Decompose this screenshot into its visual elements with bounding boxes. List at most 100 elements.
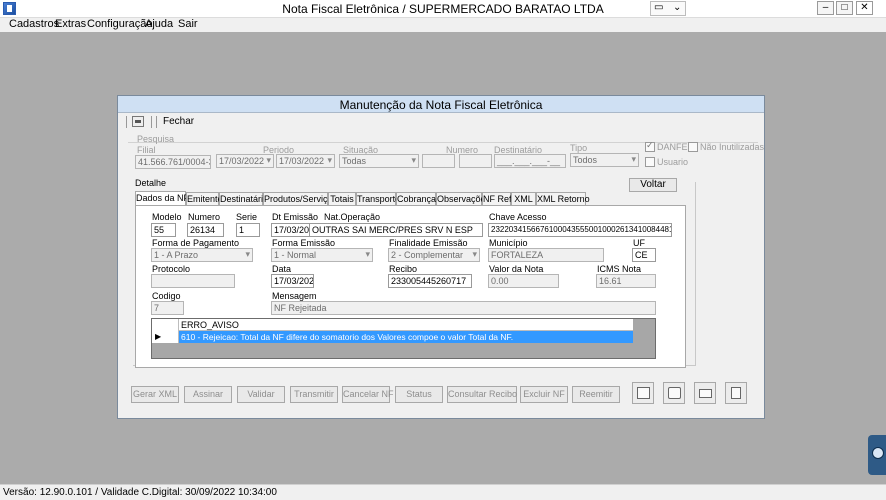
document-icon[interactable] — [725, 382, 747, 404]
voltar-button[interactable]: Voltar — [629, 178, 677, 192]
recibo-label: Recibo — [389, 264, 418, 274]
numero-nf-label: Numero — [188, 212, 221, 222]
transmitir-button[interactable]: Transmitir — [290, 386, 338, 403]
menu-configuracao[interactable]: Configuração — [87, 18, 152, 30]
toolbar-separator — [156, 116, 157, 128]
chevron-down-icon: ⌄ — [673, 2, 682, 13]
codigo-field[interactable]: 7 — [151, 301, 184, 315]
pesquisa-heading: Pesquisa — [137, 134, 175, 144]
tab-xml[interactable]: XML — [511, 192, 536, 205]
side-help-icon[interactable] — [868, 435, 886, 475]
filial-label: Filial — [137, 145, 156, 155]
erro-aviso-grid[interactable]: ERRO_AVISO ▶ 610 - Rejeicao: Total da NF… — [151, 318, 656, 359]
menu-bar: Cadastros Extras Configuração Ajuda Sair — [0, 18, 886, 32]
cancelar-nf-button[interactable]: Cancelar NF — [342, 386, 394, 403]
minimize-button[interactable]: – — [817, 1, 834, 15]
periodo-from-field[interactable]: 17/03/2022 — [216, 154, 274, 168]
restore-small-icon: ▭ — [654, 2, 664, 13]
tab-cobranca[interactable]: Cobrança — [396, 192, 436, 205]
recibo-field[interactable]: 233005445260717 — [388, 274, 472, 288]
toolbar-separator — [126, 116, 127, 128]
chave-acesso-field[interactable]: 2322034156676100043555001000261341008448… — [488, 223, 672, 237]
grid-column-erro-aviso[interactable]: ERRO_AVISO — [181, 319, 239, 331]
numero-nf-field[interactable]: 26134 — [187, 223, 224, 237]
icms-nota-label: ICMS Nota — [597, 264, 642, 274]
grid-cell-erro[interactable]: 610 - Rejeicao: Total da NF difere do so… — [179, 331, 633, 343]
data-field[interactable]: 17/03/2022 — [271, 274, 314, 288]
nao-inutilizadas-checkbox[interactable] — [688, 142, 698, 152]
maximize-button[interactable]: □ — [836, 1, 853, 15]
valor-nota-field[interactable]: 0.00 — [488, 274, 559, 288]
dt-emissao-label: Dt Emissão — [272, 212, 319, 222]
numero-to-field[interactable] — [459, 154, 492, 168]
mensagem-field[interactable]: NF Rejeitada — [271, 301, 656, 315]
email-icon[interactable] — [694, 382, 716, 404]
periodo-to-field[interactable]: 17/03/2022 — [276, 154, 335, 168]
gerar-xml-button[interactable]: Gerar XML — [131, 386, 179, 403]
excluir-nf-button[interactable]: Excluir NF — [520, 386, 568, 403]
dt-emissao-field[interactable]: 17/03/2022 — [271, 223, 314, 237]
close-button[interactable]: ✕ — [856, 1, 873, 15]
tipo-select[interactable]: Todos — [570, 153, 639, 167]
menu-ajuda[interactable]: Ajuda — [145, 18, 173, 30]
modelo-field[interactable]: 55 — [151, 223, 176, 237]
reemitir-button[interactable]: Reemitir — [572, 386, 620, 403]
print-preview-icon[interactable] — [132, 116, 144, 127]
filial-field[interactable]: 41.566.761/0004-35 — [135, 155, 211, 169]
forma-emissao-select[interactable]: 1 - Normal — [271, 248, 373, 262]
data-label: Data — [272, 264, 292, 274]
grid-header: ERRO_AVISO — [152, 319, 633, 331]
validar-button[interactable]: Validar — [237, 386, 285, 403]
valor-nota-label: Valor da Nota — [489, 264, 544, 274]
numero-from-field[interactable] — [422, 154, 455, 168]
forma-pagamento-select[interactable]: 1 - A Prazo — [151, 248, 253, 262]
titlebar-toolbox[interactable]: ▭ ⌄ — [650, 1, 686, 16]
row-pointer-icon: ▶ — [152, 331, 179, 343]
action-bar: Gerar XML Assinar Validar Transmitir Can… — [128, 382, 758, 410]
icms-nota-field[interactable]: 16.61 — [596, 274, 656, 288]
protocolo-field[interactable] — [151, 274, 235, 288]
serie-field[interactable]: 1 — [236, 223, 260, 237]
dialog-toolbar: Fechar — [122, 115, 762, 131]
menu-sair[interactable]: Sair — [178, 18, 198, 30]
nao-inutilizadas-label: Não Inutilizadas — [700, 142, 765, 152]
tab-produtos-servicos[interactable]: Produtos/Serviços — [263, 192, 337, 205]
tab-xml-retorno[interactable]: XML Retorno — [536, 192, 590, 205]
situacao-select[interactable]: Todas — [339, 154, 419, 168]
nfe-maintenance-dialog: Manutenção da Nota Fiscal Eletrônica Fec… — [117, 95, 765, 419]
codigo-label: Codigo — [152, 291, 181, 301]
tab-totais[interactable]: Totais — [328, 192, 356, 205]
table-row[interactable]: ▶ 610 - Rejeicao: Total da NF difere do … — [152, 331, 633, 343]
printer-icon[interactable] — [663, 382, 685, 404]
tab-nf-ref[interactable]: NF Ref — [482, 192, 512, 205]
uf-label: UF — [633, 238, 645, 248]
status-bar: Versão: 12.90.0.101 / Validade C.Digital… — [0, 484, 886, 500]
menu-cadastros[interactable]: Cadastros — [9, 18, 59, 30]
tab-observacoes[interactable]: Observações — [436, 192, 490, 205]
serie-label: Serie — [236, 212, 258, 222]
window-titlebar: Nota Fiscal Eletrônica / SUPERMERCADO BA… — [0, 0, 886, 18]
menu-extras[interactable]: Extras — [55, 18, 86, 30]
municipio-field[interactable]: FORTALEZA — [488, 248, 604, 262]
tab-emitente[interactable]: Emitente — [186, 192, 223, 205]
assinar-button[interactable]: Assinar — [184, 386, 232, 403]
tab-transporte[interactable]: Transporte — [356, 192, 400, 205]
usuario-checkbox[interactable] — [645, 157, 655, 167]
tipo-label: Tipo — [570, 143, 588, 153]
consultar-recibo-button[interactable]: Consultar Recibo — [447, 386, 517, 403]
tab-dados-nf[interactable]: Dados da NF — [135, 191, 189, 206]
danfe-checkbox[interactable] — [645, 140, 655, 152]
chave-acesso-label: Chave Acesso — [489, 212, 547, 222]
status-button[interactable]: Status — [395, 386, 443, 403]
danfe-print-icon[interactable] — [632, 382, 654, 404]
finalidade-label: Finalidade Emissão — [389, 238, 468, 248]
nat-operacao-field[interactable]: OUTRAS SAI MERC/PRES SRV N ESP — [309, 223, 483, 237]
fechar-button[interactable]: Fechar — [163, 116, 194, 127]
tab-destinatario[interactable]: Destinatário — [219, 192, 268, 205]
dialog-title: Manutenção da Nota Fiscal Eletrônica — [118, 96, 764, 113]
mensagem-label: Mensagem — [272, 291, 317, 301]
uf-field[interactable]: CE — [632, 248, 656, 262]
destinatario-field[interactable]: ___.___.___-__ — [494, 154, 566, 168]
finalidade-select[interactable]: 2 - Complementar — [388, 248, 480, 262]
modelo-label: Modelo — [152, 212, 182, 222]
